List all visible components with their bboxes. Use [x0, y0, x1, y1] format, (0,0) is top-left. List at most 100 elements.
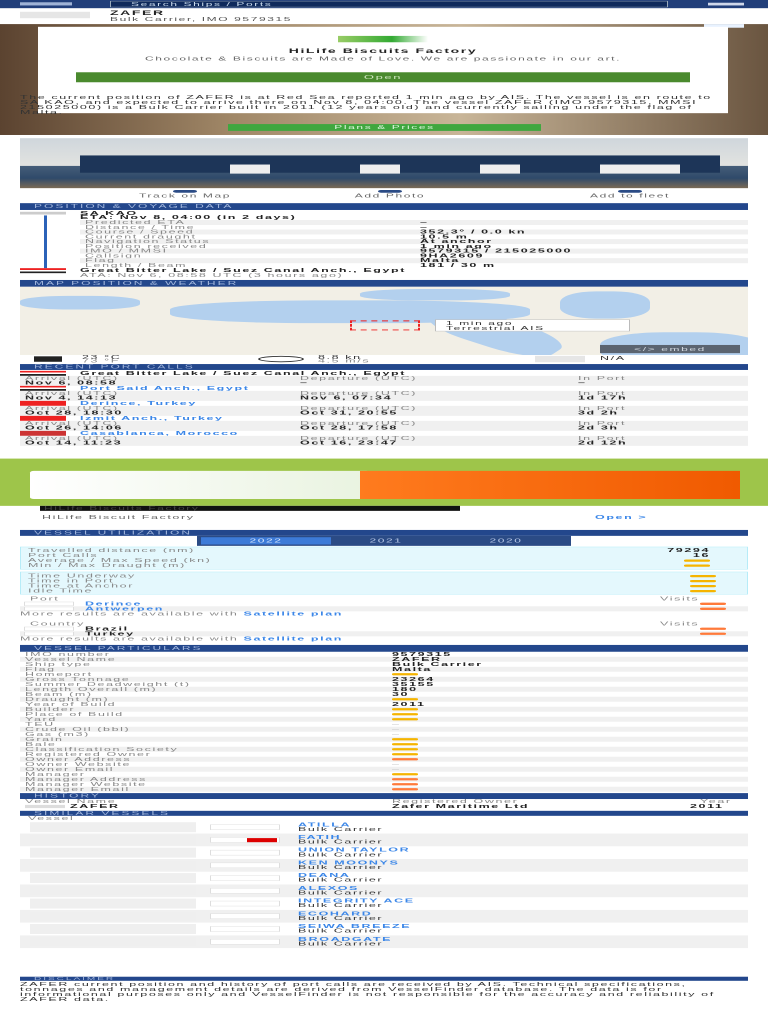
locked-value-icon[interactable]	[700, 602, 726, 606]
more-results-text: More results are available with Satellit…	[20, 635, 344, 642]
similar-vessel-type: Bulk Carrier	[298, 902, 384, 909]
vessel-thumbnail[interactable]	[30, 898, 196, 909]
vessel-thumbnail[interactable]	[30, 822, 196, 833]
flag-placeholder	[210, 824, 280, 830]
vessel-thumbnail[interactable]	[30, 885, 196, 896]
vessel-photo[interactable]	[20, 138, 748, 189]
vessel-thumbnail[interactable]	[30, 873, 196, 884]
locked-value-icon[interactable]	[392, 773, 418, 776]
vessel-thumbnail[interactable]	[30, 936, 196, 947]
satellite-plan-link[interactable]: Satellite plan	[244, 635, 344, 642]
locked-value-icon[interactable]	[690, 585, 716, 588]
ad-open-link[interactable]: Open >	[595, 514, 647, 520]
flag-placeholder	[210, 862, 280, 869]
flag-placeholder	[210, 938, 280, 945]
similar-vessel-row[interactable]	[20, 821, 748, 834]
ad-tagline: HiLife Biscuits Factory	[40, 505, 460, 511]
locked-value-icon[interactable]	[392, 778, 418, 781]
locked-value-icon[interactable]	[684, 559, 710, 562]
vessel-thumbnail[interactable]	[30, 834, 196, 845]
satellite-plan-link[interactable]: Satellite plan	[244, 610, 344, 617]
camera-icon	[378, 189, 402, 193]
collapse-icon[interactable]	[20, 211, 66, 215]
locked-value-icon[interactable]	[392, 713, 418, 716]
section-voyage-header: POSITION & VOYAGE DATA	[20, 203, 748, 210]
vessel-thumbnail[interactable]	[30, 847, 196, 858]
map[interactable]: 1 min ago Terrestrial AIS </> embed	[20, 286, 748, 355]
search-input[interactable]: Search Ships / Ports	[110, 0, 668, 8]
locked-value-icon[interactable]	[392, 743, 418, 746]
row-bg	[20, 696, 748, 702]
voyage-value: 181 / 30 m	[420, 262, 496, 269]
menu-icon[interactable]	[20, 2, 72, 6]
thermometer-icon	[34, 356, 62, 362]
year-tabs: 2022 2021 2020	[197, 535, 571, 546]
ad-open-button[interactable]: Open	[76, 72, 690, 83]
embed-button[interactable]: </> embed	[600, 344, 740, 354]
similar-vessel-row[interactable]	[20, 884, 748, 898]
port-call-departure: Nov 6, 07:34	[300, 394, 393, 401]
similar-vessel-row[interactable]	[20, 872, 748, 885]
route-line	[44, 215, 47, 269]
locked-value-icon[interactable]	[392, 783, 418, 786]
add-photo-button[interactable]: Add Photo	[320, 189, 460, 202]
flag-placeholder	[210, 888, 280, 894]
util-value	[630, 563, 710, 568]
tab-year-2021[interactable]: 2021	[321, 537, 451, 544]
port-call-departure: –	[300, 379, 309, 386]
util-time-value	[690, 589, 716, 594]
locked-value-icon[interactable]	[700, 632, 726, 636]
ad-banner-bottom[interactable]: HiLife Biscuits Factory HiLife Biscuit F…	[0, 454, 768, 527]
vessel-thumbnail[interactable]	[30, 911, 196, 922]
vessel-thumbnail[interactable]	[30, 860, 196, 871]
track-on-map-button[interactable]: Track on Map	[110, 189, 260, 202]
map-icon	[173, 189, 197, 193]
port-call-arrival: Oct 14, 11:23	[25, 439, 123, 446]
similar-vessel-row[interactable]	[20, 909, 748, 923]
ad-logo	[338, 35, 428, 43]
row-bg	[20, 766, 748, 772]
port-call-in_port: 2d 12h	[578, 439, 628, 446]
more-text: More results are available with	[20, 635, 239, 642]
locked-value-icon[interactable]	[700, 627, 726, 631]
row-bg	[80, 248, 748, 254]
add-to-fleet-button[interactable]: Add to fleet	[560, 189, 700, 202]
plans-button[interactable]: Plans & Prices	[228, 124, 541, 131]
locked-value-icon[interactable]	[392, 738, 418, 741]
flag-egypt	[20, 268, 66, 274]
tab-year-2020[interactable]: 2020	[441, 537, 571, 544]
port-call-in_port: –	[578, 379, 587, 386]
similar-vessel-type: Bulk Carrier	[298, 940, 384, 947]
flag-placeholder	[25, 804, 65, 809]
port-call-in_port: 1d 17h	[578, 394, 628, 401]
flag-placeholder	[24, 626, 74, 631]
locked-value-icon[interactable]	[690, 580, 716, 583]
tab-year-2022[interactable]: 2022	[201, 537, 331, 545]
history-owner: Zafer Maritime Ltd	[392, 803, 530, 810]
locked-value-icon[interactable]	[392, 748, 418, 751]
list-item-visits	[700, 631, 726, 636]
vessel-marker[interactable]	[350, 320, 420, 331]
row-bg	[20, 736, 748, 742]
site-logo[interactable]	[20, 11, 90, 19]
flag-placeholder	[210, 875, 280, 881]
similar-vessel-type: Bulk Carrier	[298, 851, 384, 858]
ad-name: HiLife Biscuit Factory	[42, 514, 195, 521]
account-icon[interactable]	[708, 2, 744, 6]
flag-placeholder	[24, 601, 74, 606]
ad-text: Chocolate & Biscuits are Made of Love. W…	[144, 55, 622, 62]
locked-value-icon[interactable]	[700, 607, 726, 611]
port-call-in_port: 2d 3h	[578, 424, 619, 431]
locked-value-icon[interactable]	[392, 708, 418, 711]
similar-vessel-row[interactable]	[20, 833, 748, 847]
util-label: Min / Max Draught (m)	[28, 562, 186, 569]
locked-value-icon[interactable]	[684, 564, 710, 567]
flag-placeholder	[210, 926, 280, 932]
locked-value-icon[interactable]	[392, 788, 418, 791]
vessel-thumbnail[interactable]	[30, 923, 196, 934]
list-item-visits	[700, 606, 726, 611]
locked-value-icon[interactable]	[392, 753, 418, 756]
locked-value-icon[interactable]	[690, 575, 716, 578]
wind-icon	[258, 355, 304, 363]
locked-value-icon[interactable]	[690, 590, 716, 593]
